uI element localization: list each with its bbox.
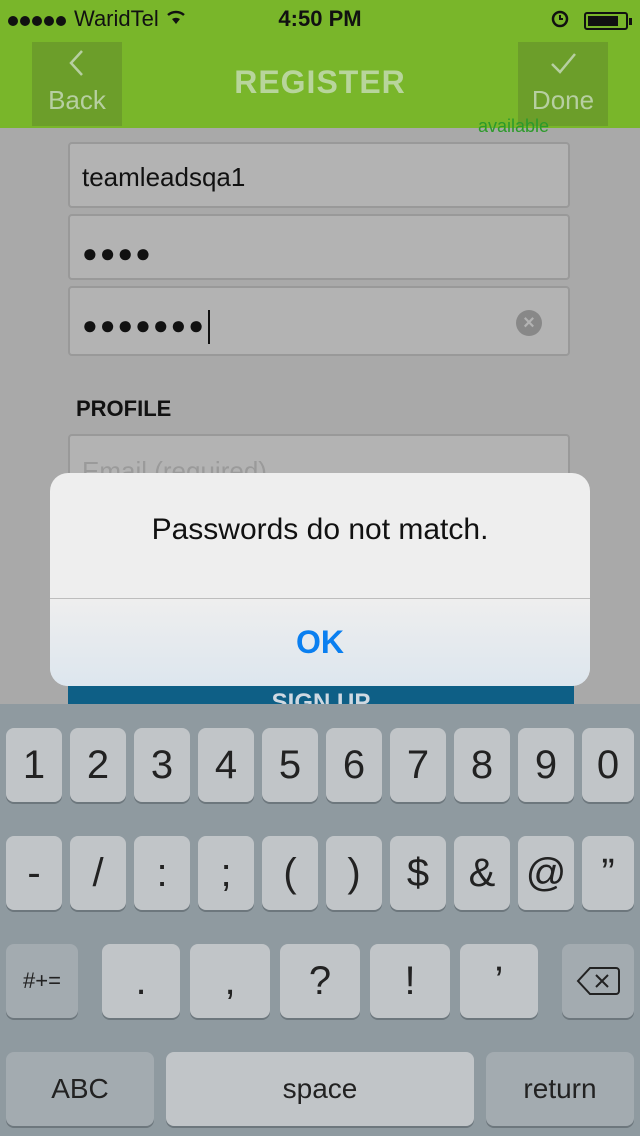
key-abc[interactable]: ABC [6, 1052, 154, 1126]
key-4[interactable]: 4 [198, 728, 254, 802]
key-comma[interactable]: , [190, 944, 270, 1018]
key-7[interactable]: 7 [390, 728, 446, 802]
key-apostrophe[interactable]: ’ [460, 944, 538, 1018]
alert-message: Passwords do not match. [151, 513, 489, 546]
battery-icon [584, 12, 632, 30]
keyboard: 1 2 3 4 5 6 7 8 9 0 - / : ; ( ) $ & @ ” … [0, 704, 640, 1136]
confirm-password-value: ●●●●●●● [82, 310, 206, 340]
status-bar: WaridTel 4:50 PM [0, 0, 640, 40]
alarm-clock-icon [550, 8, 570, 34]
confirm-password-field[interactable]: ●●●●●●● × [68, 286, 570, 356]
done-button[interactable]: Done [518, 42, 608, 126]
username-value: teamleadsqa1 [82, 162, 246, 192]
key-6[interactable]: 6 [326, 728, 382, 802]
key-8[interactable]: 8 [454, 728, 510, 802]
alert-ok-button[interactable]: OK [50, 599, 590, 686]
key-semicolon[interactable]: ; [198, 836, 254, 910]
password-value: ●●●● [82, 238, 153, 268]
backspace-key[interactable] [562, 944, 634, 1018]
key-slash[interactable]: / [70, 836, 126, 910]
status-time: 4:50 PM [278, 6, 362, 31]
text-caret [207, 310, 210, 345]
key-quote[interactable]: ” [582, 836, 634, 910]
key-9[interactable]: 9 [518, 728, 574, 802]
key-return[interactable]: return [486, 1052, 634, 1126]
key-5[interactable]: 5 [262, 728, 318, 802]
clear-text-icon[interactable]: × [516, 310, 542, 336]
profile-section-title: PROFILE [76, 396, 172, 421]
password-field[interactable]: ●●●● [68, 214, 570, 280]
key-space[interactable]: space [166, 1052, 474, 1126]
key-2[interactable]: 2 [70, 728, 126, 802]
alert-dialog: Passwords do not match. OK [50, 473, 590, 686]
backspace-icon [576, 967, 620, 995]
key-exclamation[interactable]: ! [370, 944, 450, 1018]
key-period[interactable]: . [102, 944, 180, 1018]
key-question[interactable]: ? [280, 944, 360, 1018]
checkmark-icon [518, 48, 608, 85]
key-ampersand[interactable]: & [454, 836, 510, 910]
username-field[interactable]: teamleadsqa1 [68, 142, 570, 208]
availability-status: available [478, 116, 550, 136]
key-hyphen[interactable]: - [6, 836, 62, 910]
key-open-paren[interactable]: ( [262, 836, 318, 910]
key-3[interactable]: 3 [134, 728, 190, 802]
key-1[interactable]: 1 [6, 728, 62, 802]
key-close-paren[interactable]: ) [326, 836, 382, 910]
key-at[interactable]: @ [518, 836, 574, 910]
key-0[interactable]: 0 [582, 728, 634, 802]
status-right-group [550, 8, 632, 34]
done-label: Done [531, 85, 595, 115]
key-dollar[interactable]: $ [390, 836, 446, 910]
key-colon[interactable]: : [134, 836, 190, 910]
key-more-symbols[interactable]: #+= [6, 944, 78, 1018]
